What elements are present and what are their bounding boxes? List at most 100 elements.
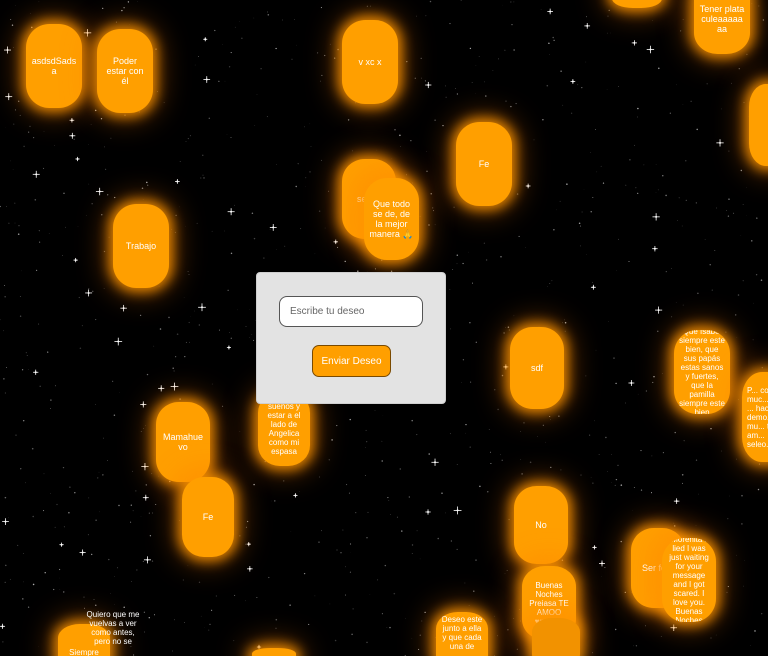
star-dust (650, 492, 653, 494)
star-dust (369, 594, 371, 595)
star-dust (3, 284, 6, 287)
star-dust (728, 198, 730, 200)
star-dust (172, 367, 174, 369)
star-dust (32, 583, 35, 586)
star-dust (234, 594, 236, 596)
star-dust (253, 237, 256, 240)
star-dust (521, 473, 523, 475)
star-dust (553, 39, 555, 41)
star-dust (366, 5, 368, 7)
wish-input[interactable] (279, 296, 423, 327)
star-dust (624, 402, 627, 404)
star-dust (113, 414, 116, 416)
star-dust (143, 611, 146, 613)
star-dust (419, 634, 421, 636)
star-dust (738, 68, 740, 70)
sparkle-star (453, 506, 462, 515)
star-dust (469, 446, 471, 448)
star-dust (419, 558, 421, 560)
send-wish-button[interactable]: Enviar Deseo (312, 345, 391, 377)
star-dust (174, 390, 175, 392)
star-dust (751, 240, 753, 242)
lantern-asdsdsadsa: asdsdSadsa (26, 24, 82, 108)
star-dust (73, 138, 75, 140)
star-dust (549, 283, 551, 284)
star-dust (475, 559, 477, 561)
star-dust (406, 174, 407, 176)
star-dust (746, 53, 748, 56)
star-dust (468, 251, 469, 253)
star-dust (449, 23, 451, 25)
star-dust (18, 100, 20, 102)
sparkle-star (143, 556, 151, 564)
star-dust (492, 70, 494, 71)
star-dust (108, 236, 110, 238)
star-dust (4, 392, 6, 394)
star-dust (268, 576, 270, 579)
star-dust (592, 482, 594, 484)
star-dust (174, 231, 176, 233)
star-dust (456, 254, 459, 256)
star-dust (14, 109, 16, 111)
star-dust (241, 37, 243, 39)
star-dust (100, 118, 103, 120)
star-dust (682, 104, 684, 105)
sparkle-star (95, 187, 104, 196)
star-dust (550, 466, 552, 469)
star-dust (585, 375, 587, 377)
star-dust (21, 369, 24, 371)
star-dust (618, 86, 619, 87)
star-dust (337, 48, 339, 51)
star-dust (381, 259, 383, 261)
star-dust (562, 322, 563, 324)
star-dust (558, 415, 560, 417)
star-dust (505, 326, 506, 328)
star-dust (34, 199, 37, 201)
star-dust (608, 9, 610, 12)
star-dust (411, 182, 413, 184)
star-dust (15, 434, 17, 436)
sparkle-star (142, 494, 149, 501)
star-dust (194, 310, 195, 312)
star-dust (507, 629, 509, 631)
star-dust (354, 102, 356, 104)
star-dust (348, 492, 350, 494)
star-dust (735, 314, 737, 316)
star-dust (211, 383, 213, 385)
star-dust (294, 19, 295, 21)
night-sky-canvas: asdsdSadsa Poder estar con él v xc x Ten… (0, 0, 768, 656)
star-dust (614, 628, 617, 631)
star-dust (508, 329, 510, 331)
sparkle-star (584, 23, 591, 29)
lantern-fe-top: Fe (456, 122, 512, 206)
star-dust (22, 419, 25, 422)
star-dust (245, 526, 247, 528)
star-dust (756, 217, 758, 219)
star-dust (643, 164, 645, 166)
star-dust (601, 575, 602, 577)
lantern-right-partial: P... con muc... ves ... hacer... demo...… (742, 372, 768, 462)
sparkle-star (655, 306, 663, 314)
star-dust (74, 491, 76, 494)
star-dust (715, 634, 717, 636)
star-dust (304, 126, 306, 128)
star-dust (704, 239, 706, 240)
star-dust (606, 32, 608, 34)
star-dust (498, 58, 499, 60)
star-dust (227, 289, 229, 291)
star-dust (620, 484, 623, 486)
star-dust (129, 24, 130, 25)
star-dust (50, 399, 52, 401)
star-dust (510, 105, 512, 108)
star-dust (320, 7, 322, 9)
star-dust (110, 593, 111, 594)
star-dust (742, 204, 744, 205)
star-dust (602, 182, 605, 184)
star-dust (289, 604, 291, 606)
star-dust (13, 47, 14, 48)
lantern-behind-buenas (532, 618, 580, 656)
star-dust (604, 567, 606, 569)
star-dust (158, 475, 160, 477)
star-dust (456, 263, 458, 265)
sparkle-star (592, 545, 597, 550)
